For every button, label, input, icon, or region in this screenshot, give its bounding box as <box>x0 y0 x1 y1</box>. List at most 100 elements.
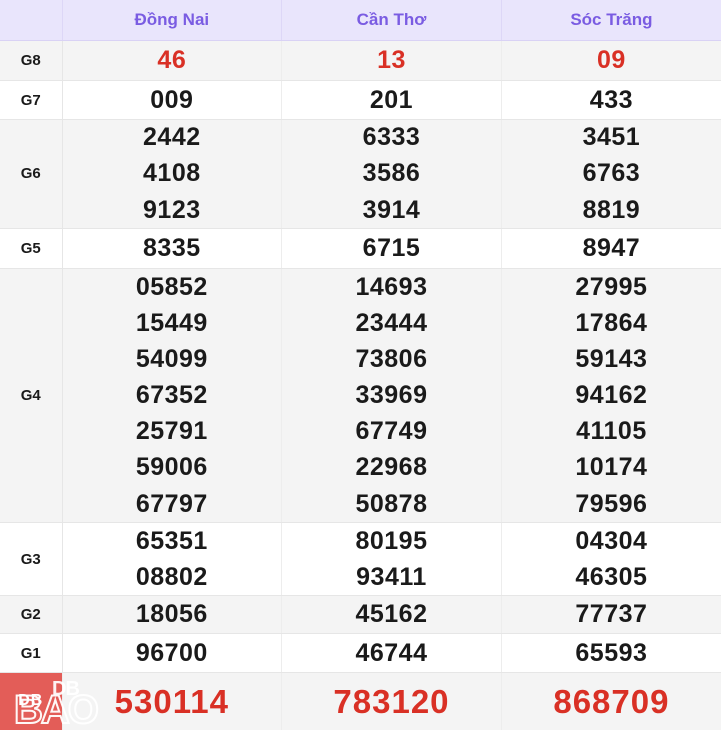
column-header-province-1: Đồng Nai <box>61 0 282 41</box>
prize-number: 15449 <box>135 309 208 338</box>
lottery-results-table: Đồng Nai Cần Thơ Sóc Trăng G8 46 13 09 G… <box>0 0 721 730</box>
prize-number: 868709 <box>553 682 670 720</box>
prize-number: 09 <box>597 46 626 75</box>
prize-number: 8819 <box>582 195 641 224</box>
table-body: G8 46 13 09 G7 009 201 433 G6 2442 4108 … <box>0 40 721 730</box>
prize-number: 433 <box>589 85 634 114</box>
prize-number: 59143 <box>575 345 648 374</box>
prize-number: 201 <box>369 85 414 114</box>
table-header: Đồng Nai Cần Thơ Sóc Trăng <box>0 0 721 41</box>
table-row: G6 2442 4108 9123 6333 3586 3914 3451 67 <box>0 119 721 230</box>
prize-label-g5: G5 <box>0 228 63 270</box>
prize-number: 33969 <box>355 381 428 410</box>
prize-label-g2: G2 <box>0 595 63 635</box>
prize-number: 73806 <box>355 345 428 374</box>
prize-number: 23444 <box>355 309 428 338</box>
prize-number: 67797 <box>135 489 208 518</box>
column-header-province-3: Sóc Trăng <box>500 0 721 41</box>
prize-number: 50878 <box>355 489 428 518</box>
prize-number: 65351 <box>135 526 208 555</box>
prize-cell-g6-province-3: 3451 6763 8819 <box>500 119 721 230</box>
prize-number: 17864 <box>575 309 648 338</box>
prize-label-g8: G8 <box>0 40 63 82</box>
prize-number: 18056 <box>135 600 208 629</box>
prize-cell-g5-province-3: 8947 <box>500 228 721 270</box>
prize-number: 25791 <box>135 417 208 446</box>
prize-number: 45162 <box>355 600 428 629</box>
prize-number: 14693 <box>355 273 428 302</box>
prize-number: 4108 <box>143 159 201 188</box>
prize-cell-g3-province-2: 80195 93411 <box>281 522 502 596</box>
prize-number: 2442 <box>143 123 201 152</box>
prize-number: 80195 <box>355 526 428 555</box>
prize-number: 6333 <box>362 123 421 152</box>
prize-number: 10174 <box>575 453 648 482</box>
prize-number: 08802 <box>135 562 208 591</box>
prize-label-g1: G1 <box>0 633 63 673</box>
prize-number: 3451 <box>582 123 641 152</box>
prize-number: 6763 <box>582 159 641 188</box>
prize-cell-db-province-1: 530114 <box>61 672 282 730</box>
prize-number: 94162 <box>575 381 648 410</box>
prize-number: 59006 <box>135 453 208 482</box>
table-row-special-prize: DB 530114 783120 868709 <box>0 672 721 730</box>
prize-number: 67749 <box>355 417 428 446</box>
prize-cell-g4-province-1: 05852 15449 54099 67352 25791 59006 6779… <box>61 268 282 524</box>
prize-number: 46 <box>157 46 187 75</box>
prize-cell-g8-province-1: 46 <box>61 40 282 82</box>
prize-label-g3: G3 <box>0 522 63 596</box>
prize-label-g6: G6 <box>0 119 63 230</box>
prize-number: 65593 <box>575 638 648 667</box>
prize-cell-g1-province-1: 96700 <box>61 633 282 673</box>
table-row: G4 05852 15449 54099 67352 25791 59006 6… <box>0 268 721 524</box>
prize-number: 05852 <box>135 273 208 302</box>
table-row: G1 96700 46744 65593 <box>0 633 721 673</box>
prize-cell-g3-province-3: 04304 46305 <box>500 522 721 596</box>
prize-cell-g8-province-3: 09 <box>500 40 721 82</box>
prize-cell-g5-province-2: 6715 <box>281 228 502 270</box>
prize-cell-g4-province-2: 14693 23444 73806 33969 67749 22968 5087… <box>281 268 502 524</box>
prize-cell-g3-province-1: 65351 08802 <box>61 522 282 596</box>
prize-number: 783120 <box>333 682 450 720</box>
prize-number: 530114 <box>114 682 229 720</box>
prize-label-g7: G7 <box>0 80 63 120</box>
prize-cell-db-province-2: 783120 <box>281 672 502 730</box>
header-corner-cell <box>0 0 63 41</box>
column-header-province-2: Cần Thơ <box>281 0 502 41</box>
prize-cell-g5-province-1: 8335 <box>61 228 282 270</box>
prize-number: 9123 <box>143 195 201 224</box>
prize-number: 67352 <box>135 381 208 410</box>
header-row: Đồng Nai Cần Thơ Sóc Trăng <box>0 0 721 41</box>
prize-number: 8335 <box>143 234 201 263</box>
prize-label-g4: G4 <box>0 268 63 524</box>
prize-number: 46744 <box>355 638 428 667</box>
prize-cell-g6-province-2: 6333 3586 3914 <box>281 119 502 230</box>
prize-number: 3914 <box>362 195 421 224</box>
prize-number: 77737 <box>575 600 648 629</box>
prize-cell-g7-province-1: 009 <box>61 80 282 120</box>
prize-number: 41105 <box>576 417 647 446</box>
prize-number: 22968 <box>355 453 428 482</box>
table-row: G2 18056 45162 77737 <box>0 595 721 635</box>
prize-number: 3586 <box>362 159 421 188</box>
table-row: G7 009 201 433 <box>0 80 721 120</box>
prize-number: 8947 <box>582 234 641 263</box>
table-row: G8 46 13 09 <box>0 40 721 82</box>
table-row: G3 65351 08802 80195 93411 04304 46305 <box>0 522 721 596</box>
prize-cell-g4-province-3: 27995 17864 59143 94162 41105 10174 7959… <box>500 268 721 524</box>
prize-number: 04304 <box>575 526 648 555</box>
prize-cell-g1-province-3: 65593 <box>500 633 721 673</box>
prize-cell-g2-province-3: 77737 <box>500 595 721 635</box>
prize-cell-g2-province-2: 45162 <box>281 595 502 635</box>
prize-cell-g7-province-3: 433 <box>500 80 721 120</box>
table-row: G5 8335 6715 8947 <box>0 228 721 270</box>
prize-cell-g8-province-2: 13 <box>281 40 502 82</box>
prize-cell-g1-province-2: 46744 <box>281 633 502 673</box>
prize-cell-db-province-3: 868709 <box>500 672 721 730</box>
prize-label-db: DB <box>0 672 62 730</box>
prize-cell-g7-province-2: 201 <box>281 80 502 120</box>
prize-number: 79596 <box>575 489 648 518</box>
prize-number: 13 <box>377 46 406 75</box>
prize-number: 93411 <box>356 562 427 591</box>
prize-cell-g2-province-1: 18056 <box>61 595 282 635</box>
